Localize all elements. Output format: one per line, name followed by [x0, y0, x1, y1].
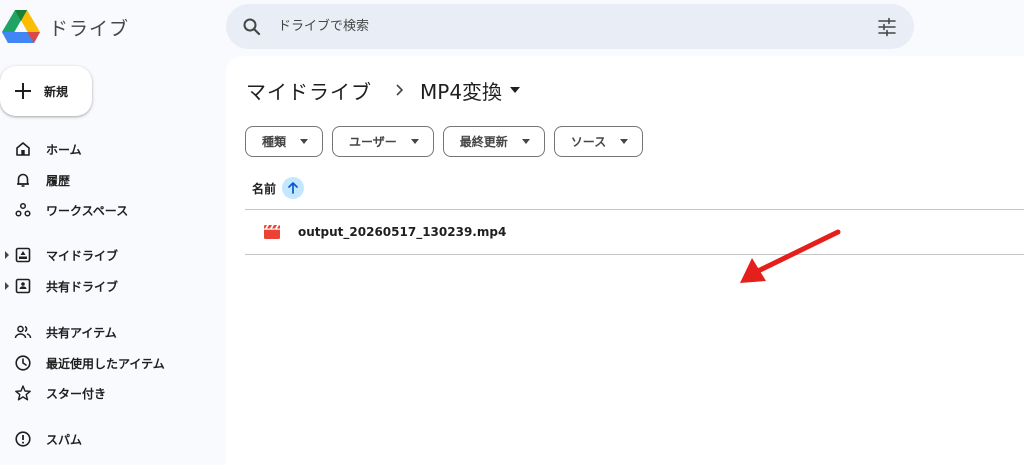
sidebar-item-label: スパム	[46, 432, 83, 447]
sidebar-item-home[interactable]: ホーム	[0, 135, 210, 163]
dropdown-arrow-icon	[521, 139, 530, 144]
breadcrumb-current-label: MP4変換	[420, 79, 503, 104]
clock-icon	[15, 355, 31, 371]
search-input[interactable]	[278, 4, 876, 49]
sidebar-item-workspaces[interactable]: ワークスペース	[0, 196, 210, 224]
sidebar-item-starred[interactable]: スター付き	[0, 379, 210, 407]
my-drive-icon	[15, 247, 31, 263]
home-icon	[16, 142, 30, 156]
breadcrumb-current-folder[interactable]: MP4変換	[420, 76, 521, 105]
filter-label: ユーザー	[349, 135, 397, 149]
search-bar[interactable]	[226, 4, 914, 49]
dropdown-arrow-icon	[510, 87, 521, 93]
sidebar-item-label: 最近使用したアイテム	[46, 356, 165, 371]
table-row-divider	[245, 254, 1024, 255]
star-icon	[15, 385, 31, 401]
expand-caret-icon[interactable]	[4, 251, 10, 259]
new-button-label: 新規	[44, 84, 69, 99]
shared-drives-icon	[15, 278, 31, 294]
filter-label: 種類	[262, 135, 287, 149]
filter-source[interactable]: ソース	[553, 126, 644, 157]
sidebar-item-shared-drives[interactable]: 共有ドライブ	[0, 272, 210, 300]
new-button[interactable]: 新規	[0, 66, 92, 116]
sidebar-item-label: 履歴	[46, 173, 71, 188]
arrow-up-icon	[288, 182, 298, 194]
column-name-label: 名前	[252, 181, 277, 196]
sidebar-item-label: ホーム	[46, 142, 82, 157]
sort-ascending-button[interactable]	[282, 177, 305, 199]
sidebar-item-label: スター付き	[46, 386, 107, 401]
plus-icon	[15, 83, 31, 99]
sidebar-item-activity[interactable]: 履歴	[0, 166, 210, 194]
filter-modified[interactable]: 最終更新	[442, 126, 545, 157]
workspaces-icon	[15, 202, 31, 217]
sidebar-item-label: 共有アイテム	[46, 325, 117, 340]
google-drive-logo-icon[interactable]	[2, 10, 40, 44]
dropdown-arrow-icon	[410, 139, 419, 144]
spam-icon	[15, 431, 31, 447]
sidebar-item-label: ワークスペース	[46, 203, 129, 218]
app-header: ドライブ	[0, 0, 220, 54]
expand-caret-icon[interactable]	[4, 282, 10, 290]
sidebar-item-shared-with-me[interactable]: 共有アイテム	[0, 318, 210, 346]
filter-label: 最終更新	[459, 135, 508, 149]
sidebar-item-label: 共有ドライブ	[46, 279, 119, 294]
filter-chips: 種類 ユーザー 最終更新 ソース	[245, 126, 652, 157]
filter-people[interactable]: ユーザー	[332, 126, 434, 157]
filter-type[interactable]: 種類	[245, 126, 324, 157]
search-options-icon[interactable]	[876, 16, 898, 38]
sidebar-item-label: マイドライブ	[46, 248, 119, 263]
video-file-icon	[264, 225, 280, 239]
sidebar-item-spam[interactable]: スパム	[0, 425, 210, 453]
bell-icon	[17, 173, 29, 187]
sidebar-item-my-drive[interactable]: マイドライブ	[0, 241, 210, 269]
dropdown-arrow-icon	[620, 139, 629, 144]
breadcrumb-root[interactable]: マイドライブ	[246, 76, 372, 105]
chevron-right-icon	[396, 84, 404, 96]
breadcrumb: マイドライブ MP4変換	[246, 74, 521, 106]
table-row[interactable]: output_20260517_130239.mp4	[245, 210, 1024, 254]
filter-label: ソース	[570, 135, 607, 149]
column-header-name[interactable]: 名前	[252, 176, 305, 200]
sidebar-item-recent[interactable]: 最近使用したアイテム	[0, 349, 210, 377]
file-name: output_20260517_130239.mp4	[298, 225, 507, 239]
search-icon[interactable]	[242, 17, 262, 37]
app-title: ドライブ	[49, 17, 130, 40]
people-icon	[14, 325, 32, 339]
dropdown-arrow-icon	[300, 139, 309, 144]
main-content: マイドライブ MP4変換 種類 ユーザー 最終更新 ソース 名前 output_…	[226, 56, 1024, 465]
